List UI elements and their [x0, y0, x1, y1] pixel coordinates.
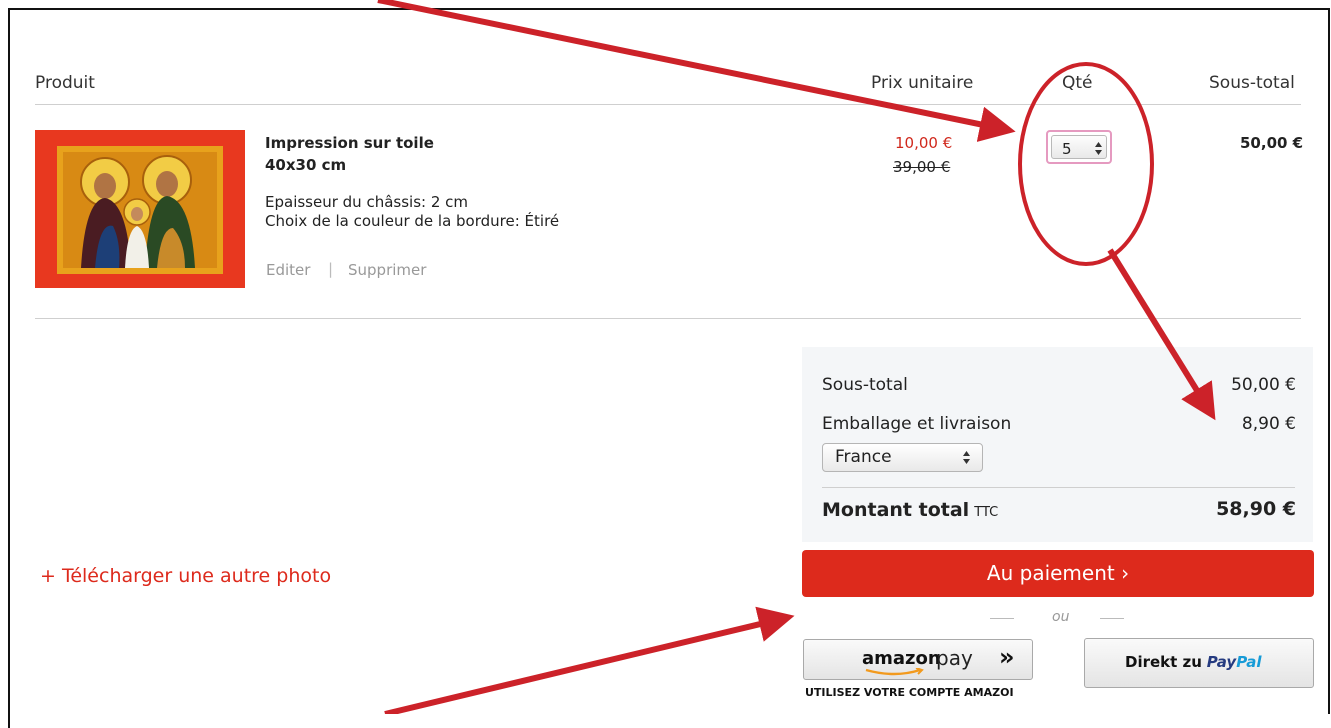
amazon-account-caption: UTILISEZ VOTRE COMPTE AMAZOI [805, 686, 1014, 699]
summary-subtotal-value: 50,00 € [1231, 375, 1296, 395]
header-qty: Qté [1062, 73, 1093, 93]
product-size: 40x30 cm [265, 156, 347, 174]
row-subtotal: 50,00 € [1240, 134, 1304, 152]
delete-link[interactable]: Supprimer [348, 261, 426, 279]
header-subtotal: Sous-total [1209, 73, 1295, 93]
double-chevron-icon: » [999, 643, 1015, 671]
icon-artwork-image [57, 146, 223, 274]
upload-another-photo-link[interactable]: + Télécharger une autre photo [40, 565, 331, 587]
amazon-smile-icon [865, 668, 924, 676]
header-unit-price: Prix unitaire [871, 73, 974, 93]
product-option-border: Choix de la couleur de la bordure: Étiré [265, 212, 560, 230]
page-frame-right [1328, 8, 1330, 714]
price-new: 10,00 € [895, 134, 953, 152]
summary-divider [822, 487, 1295, 488]
quantity-select[interactable]: 5 [1046, 130, 1112, 164]
header-divider [35, 104, 1301, 105]
edit-link[interactable]: Editer [266, 261, 310, 279]
or-label: ou [1052, 609, 1070, 625]
updown-arrows-icon [1095, 142, 1102, 155]
total-label: Montant total [822, 499, 970, 521]
product-name: Impression sur toile [265, 134, 434, 152]
total-suffix: TTC [974, 505, 999, 520]
shipping-label: Emballage et livraison [822, 414, 1012, 434]
paypal-prefix: Direkt zu [1125, 653, 1202, 671]
amazon-pay-button[interactable]: amazon pay » [803, 639, 1033, 680]
paypal-logo-pal: Pal [1236, 653, 1262, 671]
or-divider-left [990, 618, 1014, 619]
shipping-value: 8,90 € [1241, 414, 1296, 434]
total-label-group: Montant total TTC [822, 499, 998, 521]
edit-delete-separator: | [328, 260, 334, 278]
total-value: 58,90 € [1216, 498, 1296, 520]
amazon-logo-text: amazon [862, 648, 941, 669]
summary-subtotal-label: Sous-total [822, 375, 908, 395]
header-product: Produit [35, 73, 95, 93]
quantity-value: 5 [1062, 140, 1072, 158]
country-value: France [835, 447, 892, 467]
product-thumbnail[interactable] [35, 130, 245, 288]
checkout-button[interactable]: Au paiement › [802, 550, 1314, 597]
updown-arrows-icon [963, 451, 970, 464]
amazon-pay-text: pay [936, 646, 973, 670]
product-option-frame: Epaisseur du châssis: 2 cm [265, 193, 469, 211]
row-divider [35, 318, 1301, 319]
order-summary: Sous-total 50,00 € Emballage et livraiso… [802, 347, 1313, 542]
price-old: 39,00 € [893, 158, 951, 176]
country-select[interactable]: France [822, 443, 983, 472]
paypal-label: Direkt zu PayPal [1125, 653, 1262, 671]
paypal-logo-pay: Pay [1206, 653, 1237, 671]
or-divider-right [1100, 618, 1124, 619]
paypal-button[interactable]: Direkt zu PayPal [1084, 638, 1314, 688]
